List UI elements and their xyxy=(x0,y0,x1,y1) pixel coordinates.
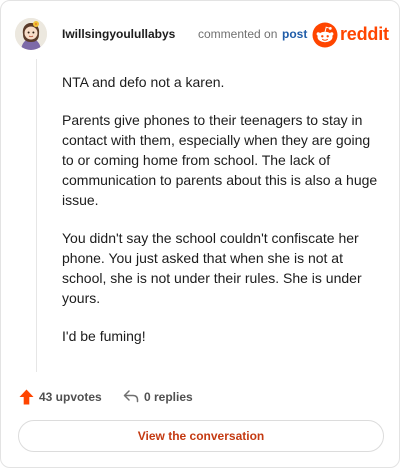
commented-on-text: commented on xyxy=(198,27,278,41)
reddit-logo[interactable]: reddit xyxy=(312,22,389,48)
comment-card: Iwillsingyoulullabys commented on post r… xyxy=(0,0,400,468)
comment-header: Iwillsingyoulullabys commented on post r… xyxy=(15,18,389,50)
comment-paragraph: Parents give phones to their teenagers t… xyxy=(62,112,378,208)
comment-actions: 43 upvotes 0 replies xyxy=(19,387,319,407)
comment-paragraph: I'd be fuming! xyxy=(62,328,146,344)
reddit-snoo-icon xyxy=(312,22,338,48)
upvote-arrow-icon xyxy=(19,389,34,405)
reply-arrow-icon xyxy=(123,390,139,403)
comment-body: NTA and defo not a karen. Parents give p… xyxy=(62,72,382,364)
post-link[interactable]: post xyxy=(282,27,307,41)
upvote-count: 43 upvotes xyxy=(39,390,102,404)
comment-paragraph: You didn't say the school couldn't confi… xyxy=(62,230,362,306)
view-conversation-button[interactable]: View the conversation xyxy=(18,420,384,452)
reply-count: 0 replies xyxy=(144,390,193,404)
username[interactable]: Iwillsingyoulullabys xyxy=(62,27,175,41)
comment-paragraph: NTA and defo not a karen. xyxy=(62,74,225,90)
snoo-avatar-icon xyxy=(15,18,47,50)
thread-line xyxy=(36,59,37,372)
avatar[interactable] xyxy=(15,18,47,50)
reddit-wordmark: reddit xyxy=(340,24,389,44)
